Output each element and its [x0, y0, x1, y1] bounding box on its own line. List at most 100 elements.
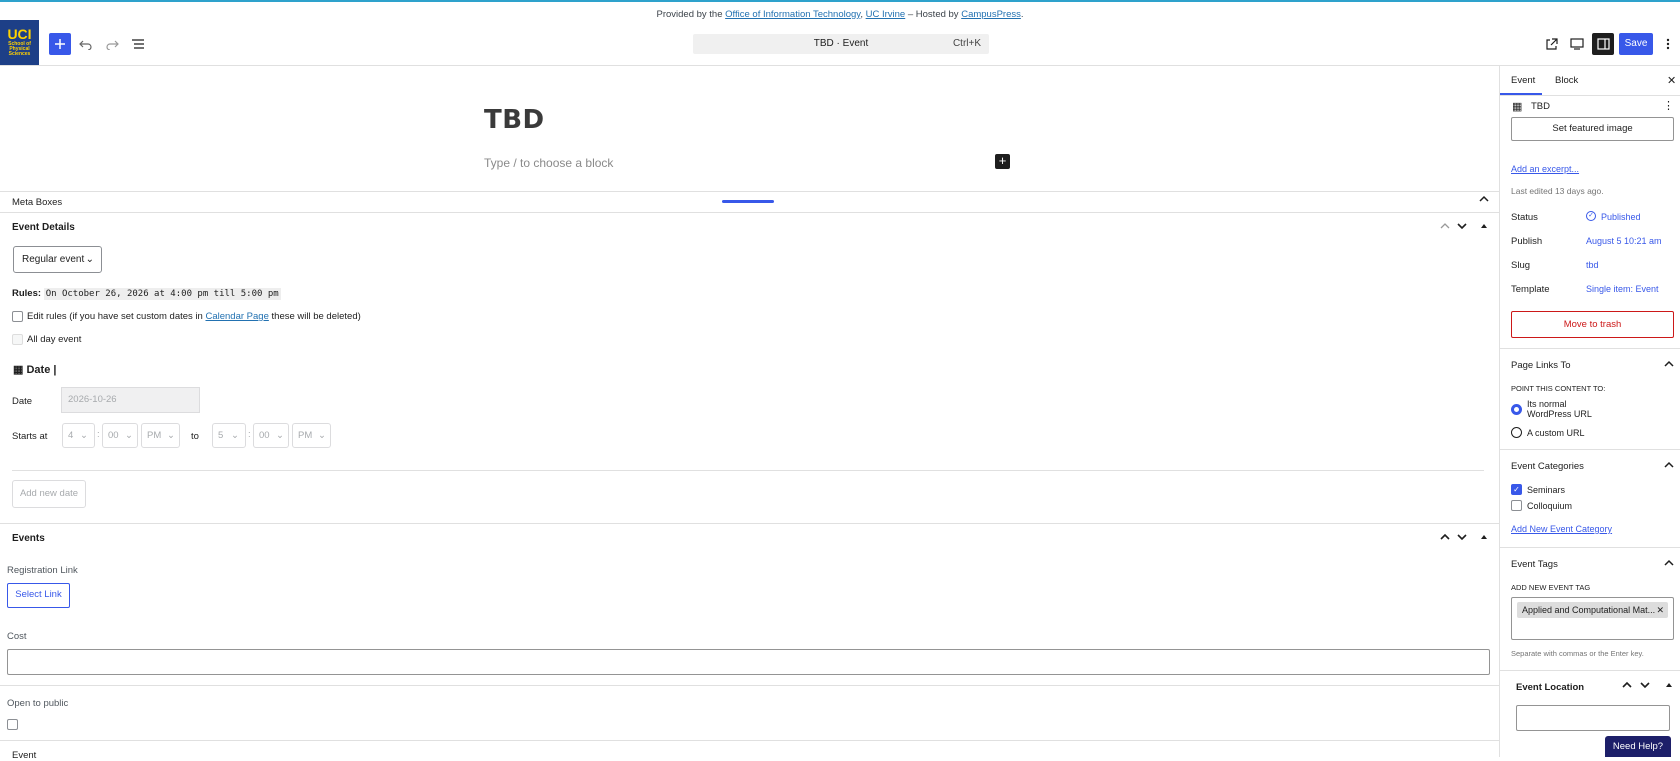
site-logo[interactable]: UCI School of Physical Sciences	[0, 20, 39, 65]
desktop-icon	[1570, 38, 1584, 50]
post-title[interactable]: TBD	[484, 105, 545, 135]
seminars-checkbox[interactable]: ✓	[1511, 484, 1522, 495]
resize-handle[interactable]	[722, 200, 774, 203]
chevron-up-icon[interactable]	[1479, 195, 1489, 206]
redo-button[interactable]	[101, 33, 123, 55]
edit-rules-label: Edit rules (if you have set custom dates…	[27, 311, 361, 322]
hosted-text: – Hosted by	[907, 9, 959, 20]
divider	[0, 523, 1499, 524]
publish-label: Publish	[1511, 236, 1543, 247]
open-to-public-label: Open to public	[7, 698, 69, 709]
chevron-down-icon: ⌄	[125, 430, 133, 441]
add-excerpt-link[interactable]: Add an excerpt...	[1511, 164, 1579, 174]
start-hour-select[interactable]: 4 ⌄	[62, 423, 95, 448]
command-palette-bar[interactable]: TBD · Event Ctrl+K	[693, 34, 989, 54]
remove-tag-icon[interactable]: ✕	[1656, 602, 1664, 618]
campuspress-link[interactable]: CampusPress	[961, 9, 1021, 20]
event-type-value: Regular event	[22, 254, 85, 265]
move-down-icon[interactable]	[1640, 681, 1650, 692]
calendar-page-link[interactable]: Calendar Page	[205, 311, 268, 322]
provided-prefix: Provided by the	[656, 9, 723, 20]
event-location-heading: Event Location	[1516, 682, 1585, 693]
event-tags-heading[interactable]: Event Tags	[1511, 559, 1558, 570]
add-category-link[interactable]: Add New Event Category	[1511, 524, 1612, 534]
settings-panel-toggle[interactable]	[1592, 33, 1614, 55]
date-input[interactable]: 2026-10-26	[61, 387, 200, 413]
preview-button[interactable]	[1566, 33, 1588, 55]
tab-block[interactable]: Block	[1555, 75, 1578, 86]
divider	[0, 740, 1499, 741]
sidebar-icon	[1596, 38, 1610, 50]
redo-icon	[106, 40, 119, 50]
oit-link[interactable]: Office of Information Technology	[725, 9, 860, 20]
undo-icon	[79, 40, 92, 50]
undo-button[interactable]	[75, 33, 97, 55]
move-to-trash-button[interactable]: Move to trash	[1511, 311, 1674, 338]
event-categories-heading[interactable]: Event Categories	[1511, 461, 1584, 472]
end-hour-select[interactable]: 5 ⌄	[212, 423, 246, 448]
document-title: TBD · Event	[813, 38, 869, 49]
move-down-icon[interactable]	[1457, 533, 1467, 544]
slug-value[interactable]: tbd	[1586, 260, 1599, 270]
divider	[12, 470, 1484, 471]
view-post-button[interactable]	[1540, 33, 1562, 55]
move-up-icon[interactable]	[1440, 222, 1450, 233]
category-seminars: Seminars	[1527, 485, 1566, 495]
chevron-up-icon[interactable]	[1664, 559, 1674, 570]
normal-url-radio[interactable]	[1511, 404, 1522, 415]
publish-date-value[interactable]: August 5 10:21 am	[1586, 236, 1662, 246]
uci-link[interactable]: UC Irvine	[866, 9, 906, 20]
block-placeholder[interactable]: Type / to choose a block	[484, 156, 613, 170]
tab-event[interactable]: Event	[1511, 75, 1535, 86]
vertical-ellipsis-icon[interactable]: ⋮	[1663, 99, 1674, 112]
normal-url-label: Its normal WordPress URL	[1527, 399, 1592, 419]
start-ampm-select[interactable]: PM ⌄	[141, 423, 180, 448]
check-circle-icon: ✓	[1586, 211, 1596, 221]
all-day-checkbox[interactable]	[12, 334, 23, 345]
chevron-up-icon[interactable]	[1664, 461, 1674, 472]
collapse-toggle-icon[interactable]	[1665, 681, 1673, 692]
all-day-label: All day event	[27, 334, 82, 345]
list-view-icon	[132, 39, 144, 49]
meta-boxes-label: Meta Boxes	[12, 197, 63, 208]
move-up-icon[interactable]	[1622, 681, 1632, 692]
save-button[interactable]: Save	[1619, 33, 1653, 55]
close-icon[interactable]: ✕	[1667, 74, 1676, 87]
end-ampm-select[interactable]: PM ⌄	[292, 423, 331, 448]
template-value[interactable]: Single item: Event	[1586, 284, 1659, 294]
tag-input[interactable]: Applied and Computational Mat... ✕	[1511, 597, 1674, 640]
chevron-up-icon[interactable]	[1664, 360, 1674, 371]
options-menu-button[interactable]	[1657, 33, 1679, 55]
select-link-button[interactable]: Select Link	[7, 583, 70, 608]
document-overview-button[interactable]	[127, 33, 149, 55]
page-links-heading[interactable]: Page Links To	[1511, 360, 1571, 371]
move-up-icon[interactable]	[1440, 533, 1450, 544]
edit-rules-checkbox[interactable]	[12, 311, 23, 322]
post-summary-title: TBD	[1531, 101, 1550, 112]
end-minute-select[interactable]: 00 ⌄	[253, 423, 289, 448]
open-to-public-checkbox[interactable]	[7, 719, 18, 730]
editor-canvas: TBD Type / to choose a block +	[0, 66, 1499, 191]
status-value[interactable]: Published	[1601, 212, 1641, 222]
collapse-toggle-icon[interactable]	[1480, 222, 1488, 233]
colloquium-checkbox[interactable]	[1511, 500, 1522, 511]
start-minute-select[interactable]: 00 ⌄	[102, 423, 138, 448]
event-location-input[interactable]	[1516, 705, 1670, 731]
need-help-button[interactable]: Need Help?	[1605, 736, 1671, 757]
cost-input[interactable]	[7, 649, 1490, 675]
collapse-toggle-icon[interactable]	[1480, 533, 1488, 544]
registration-link-label: Registration Link	[7, 565, 78, 576]
meta-boxes-bar[interactable]: Meta Boxes	[0, 191, 1499, 213]
chevron-down-icon: ⌄	[80, 430, 88, 441]
set-featured-image-button[interactable]: Set featured image	[1511, 117, 1674, 141]
date-heading: ▦ Date |	[13, 363, 56, 376]
event-type-select[interactable]: Regular event ⌄	[13, 246, 102, 273]
custom-url-radio[interactable]	[1511, 427, 1522, 438]
category-colloquium: Colloquium	[1527, 501, 1573, 511]
block-inserter-button[interactable]	[49, 33, 71, 55]
move-down-icon[interactable]	[1457, 222, 1467, 233]
rules-line: Rules: On October 26, 2026 at 4:00 pm ti…	[12, 288, 281, 300]
time-colon: :	[97, 429, 100, 440]
add-new-date-button[interactable]: Add new date	[12, 480, 86, 508]
inline-inserter-button[interactable]: +	[995, 154, 1010, 169]
